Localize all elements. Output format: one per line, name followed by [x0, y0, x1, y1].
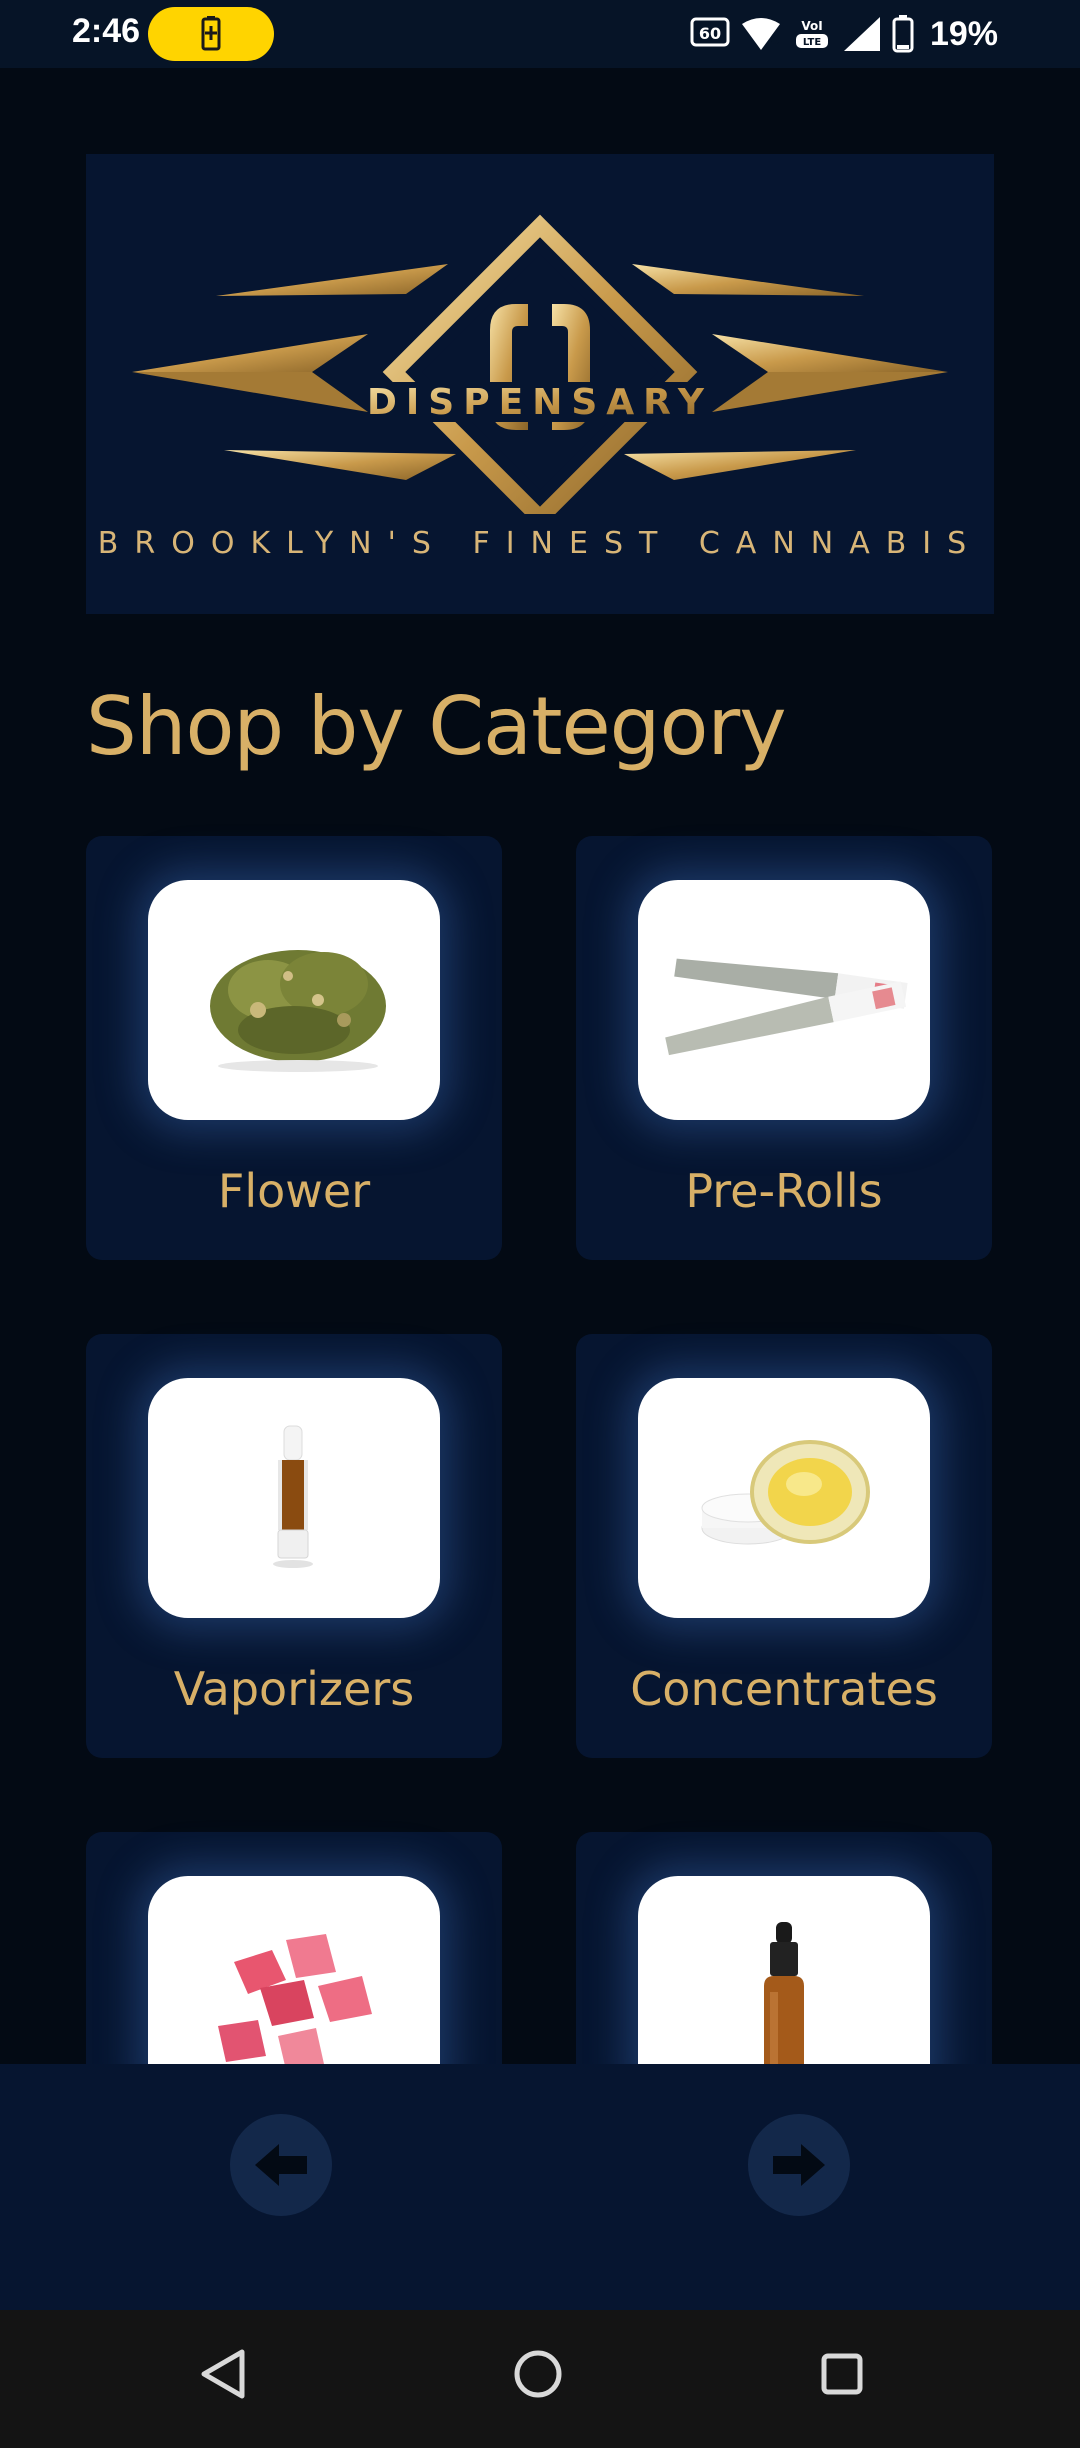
volte-icon: VoI LTE — [792, 16, 832, 52]
vape-cartridge-image — [148, 1378, 440, 1618]
logo-word: DISPENSARY — [367, 382, 713, 423]
home-icon[interactable] — [508, 2344, 568, 2404]
logo-banner: DISPENSARY BROOKLYN'S FINEST CANNABIS — [86, 154, 994, 614]
previous-button[interactable] — [230, 2114, 332, 2216]
svg-text:VoI: VoI — [801, 19, 822, 33]
wifi-6-icon: 6 — [740, 16, 782, 52]
section-title: Shop by Category — [86, 680, 787, 773]
battery-icon — [892, 15, 914, 53]
svg-text:LTE: LTE — [803, 37, 822, 48]
category-card-pre-rolls[interactable]: Pre-Rolls — [576, 836, 992, 1260]
svg-text:60: 60 — [699, 24, 721, 43]
category-card-vaporizers[interactable]: Vaporizers — [86, 1334, 502, 1758]
category-label: Vaporizers — [173, 1662, 415, 1716]
status-time: 2:46 — [72, 12, 141, 50]
recents-icon[interactable] — [812, 2344, 872, 2404]
logo-tagline: BROOKLYN'S FINEST CANNABIS — [97, 526, 983, 561]
dispensary-logo: DISPENSARY — [132, 214, 948, 530]
category-card-flower[interactable]: Flower — [86, 836, 502, 1260]
pagination-bar — [0, 2064, 1080, 2310]
flower-bud-image — [148, 880, 440, 1120]
concentrate-jar-image — [638, 1378, 930, 1618]
status-bar: 2:46 60 6 VoI LTE 19% — [0, 0, 1080, 68]
svg-text:6: 6 — [770, 32, 780, 48]
pre-roll-image — [638, 880, 930, 1120]
refresh-rate-60hz-icon: 60 — [690, 17, 730, 51]
battery-charging-icon — [148, 7, 274, 61]
back-icon[interactable] — [196, 2344, 250, 2404]
battery-percent: 19% — [929, 14, 998, 53]
category-card-concentrates[interactable]: Concentrates — [576, 1334, 992, 1758]
system-navigation-bar — [0, 2310, 1080, 2448]
signal-icon — [842, 15, 882, 53]
category-label: Concentrates — [630, 1662, 938, 1716]
next-button[interactable] — [748, 2114, 850, 2216]
category-label: Pre-Rolls — [685, 1164, 883, 1218]
arrow-right-icon — [773, 2144, 825, 2186]
category-label: Flower — [217, 1164, 371, 1218]
arrow-left-icon — [255, 2144, 307, 2186]
